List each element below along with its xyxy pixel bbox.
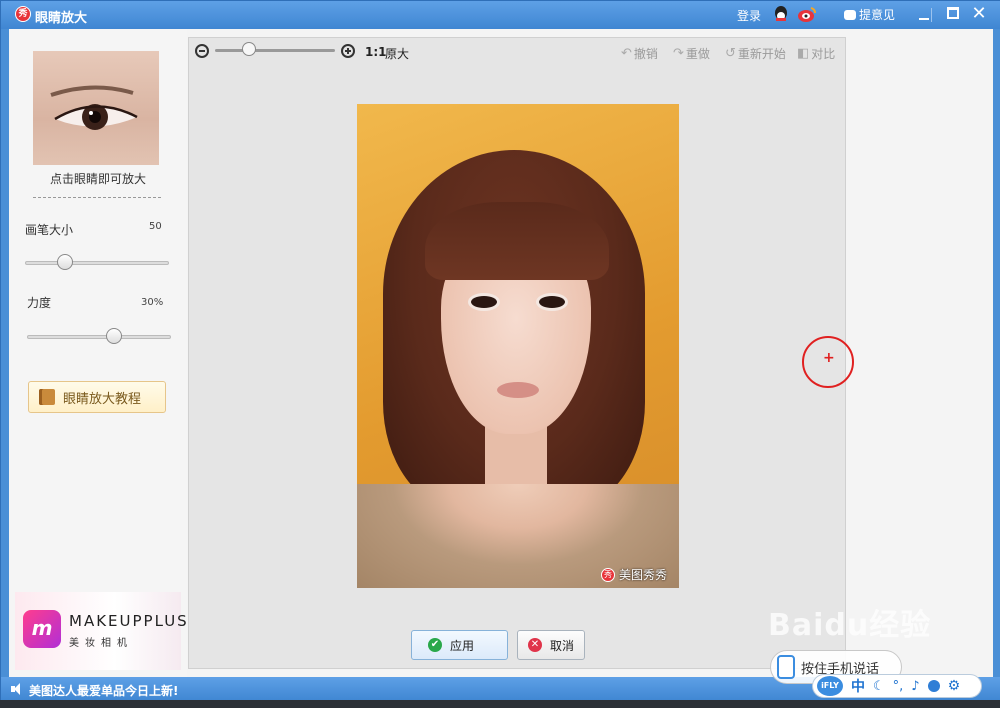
zoom-slider[interactable] [215, 49, 335, 52]
book-icon [39, 389, 55, 405]
eye-example-thumbnail [33, 51, 159, 165]
title-bar[interactable]: 秀 眼睛放大 登录 提意见 ✕ [1, 1, 1000, 29]
feedback-button[interactable]: 提意见 [844, 6, 895, 23]
zoom-out-icon[interactable] [195, 44, 209, 58]
brush-size-value: 50 [149, 221, 162, 232]
weibo-icon[interactable] [797, 5, 817, 23]
compare-button[interactable]: ◧ 对比 [797, 45, 835, 62]
feedback-bubble-icon [844, 9, 856, 20]
watermark-text: 美图秀秀 [619, 568, 668, 582]
cancel-label: 取消 [550, 638, 575, 653]
desktop-taskbar-strip [0, 700, 1000, 708]
titlebar-divider [931, 8, 932, 22]
undo-icon: ↶ [621, 46, 632, 61]
makeupplus-ad-banner[interactable]: m MAKEUPPLUS 美妆相机 [15, 592, 187, 670]
brush-cursor-indicator [802, 336, 854, 388]
promo-status-text[interactable]: 美图达人最爱单品今日上新! [29, 682, 178, 699]
restart-icon: ↺ [725, 46, 736, 61]
eye-enlarge-tutorial-button[interactable]: 眼睛放大教程 [28, 381, 166, 413]
brush-size-slider[interactable] [25, 261, 169, 265]
undo-button[interactable]: ↶ 撤销 [621, 45, 658, 62]
strength-slider[interactable] [27, 335, 171, 339]
ifly-logo-icon: iFLY [817, 676, 843, 696]
check-icon: ✔ [428, 638, 442, 652]
ime-punct-icon[interactable]: °, [893, 679, 904, 694]
restart-button[interactable]: ↺ 重新开始 [725, 45, 786, 62]
strength-value: 30% [141, 297, 164, 308]
canvas-toolbar: 1:1 原大 ↶ 撤销 ↷ 重做 ↺ 重新开始 ◧ 对比 [189, 38, 845, 66]
original-size-button[interactable]: 原大 [385, 45, 409, 62]
speaker-icon [11, 683, 20, 695]
baidu-jingyan-watermark: Baidu经验 [768, 608, 932, 643]
strength-slider-thumb[interactable] [106, 328, 123, 344]
brush-size-label: 画笔大小 [25, 223, 74, 237]
maximize-button[interactable] [947, 7, 959, 19]
photo-lips [497, 382, 539, 398]
ad-subtitle: 美妆相机 [69, 638, 133, 649]
redo-button[interactable]: ↷ 重做 [673, 45, 710, 62]
qq-icon[interactable] [772, 5, 790, 23]
ad-brand-name: MAKEUPPLUS [69, 612, 189, 630]
undo-label: 撤销 [633, 47, 658, 61]
makeupplus-logo-icon: m [23, 610, 61, 648]
brush-size-slider-thumb[interactable] [57, 254, 73, 270]
apply-label: 应用 [450, 638, 475, 653]
ime-skin-icon[interactable] [927, 680, 940, 692]
ime-toolbar[interactable]: iFLY 中 ☾ °, ♪ ⚙ [812, 674, 982, 698]
compare-icon: ◧ [797, 46, 810, 61]
redo-label: 重做 [685, 47, 710, 61]
login-link[interactable]: 登录 [737, 7, 761, 24]
meitu-watermark-icon: 秀 [601, 567, 615, 582]
section-divider [33, 197, 161, 198]
photo-right-eye[interactable] [539, 296, 565, 308]
window-right-border [993, 29, 1000, 677]
phone-mic-icon [777, 655, 795, 679]
meitu-watermark: 秀 美图秀秀 [601, 566, 667, 583]
cancel-button[interactable]: ✕ 取消 [517, 630, 585, 660]
ime-chinese-mode[interactable]: 中 [851, 676, 865, 696]
ime-mic-icon[interactable]: ♪ [911, 679, 919, 694]
eye-click-hint: 点击眼睛即可放大 [49, 172, 146, 186]
meitu-logo-icon: 秀 [15, 6, 31, 22]
ime-settings-gear-icon[interactable]: ⚙ [948, 678, 961, 694]
window-title: 眼睛放大 [35, 11, 88, 26]
zoom-in-icon[interactable] [341, 44, 355, 58]
left-panel: 点击眼睛即可放大 画笔大小 50 力度 30% 眼睛放大教程 m MAKEUPP… [9, 29, 187, 677]
redo-icon: ↷ [673, 46, 684, 61]
feedback-label: 提意见 [859, 8, 896, 22]
restart-label: 重新开始 [737, 47, 786, 61]
tutorial-label: 眼睛放大教程 [63, 391, 142, 407]
photo-left-eye[interactable] [471, 296, 497, 308]
portrait-photo[interactable]: 秀 美图秀秀 [357, 104, 679, 588]
compare-label: 对比 [811, 47, 836, 61]
apply-button[interactable]: ✔ 应用 [411, 630, 508, 660]
zoom-slider-thumb[interactable] [241, 42, 256, 56]
close-button[interactable]: ✕ [969, 3, 989, 25]
zoom-ratio-button[interactable]: 1:1 [365, 45, 387, 59]
cancel-x-icon: ✕ [528, 638, 542, 652]
ime-moon-icon[interactable]: ☾ [873, 679, 885, 694]
strength-label: 力度 [27, 296, 52, 310]
editing-canvas[interactable]: 1:1 原大 ↶ 撤销 ↷ 重做 ↺ 重新开始 ◧ 对比 秀 美图秀秀 ✔ 应用… [188, 37, 846, 669]
photo-bangs [425, 202, 609, 280]
eye-example-image [50, 85, 138, 130]
